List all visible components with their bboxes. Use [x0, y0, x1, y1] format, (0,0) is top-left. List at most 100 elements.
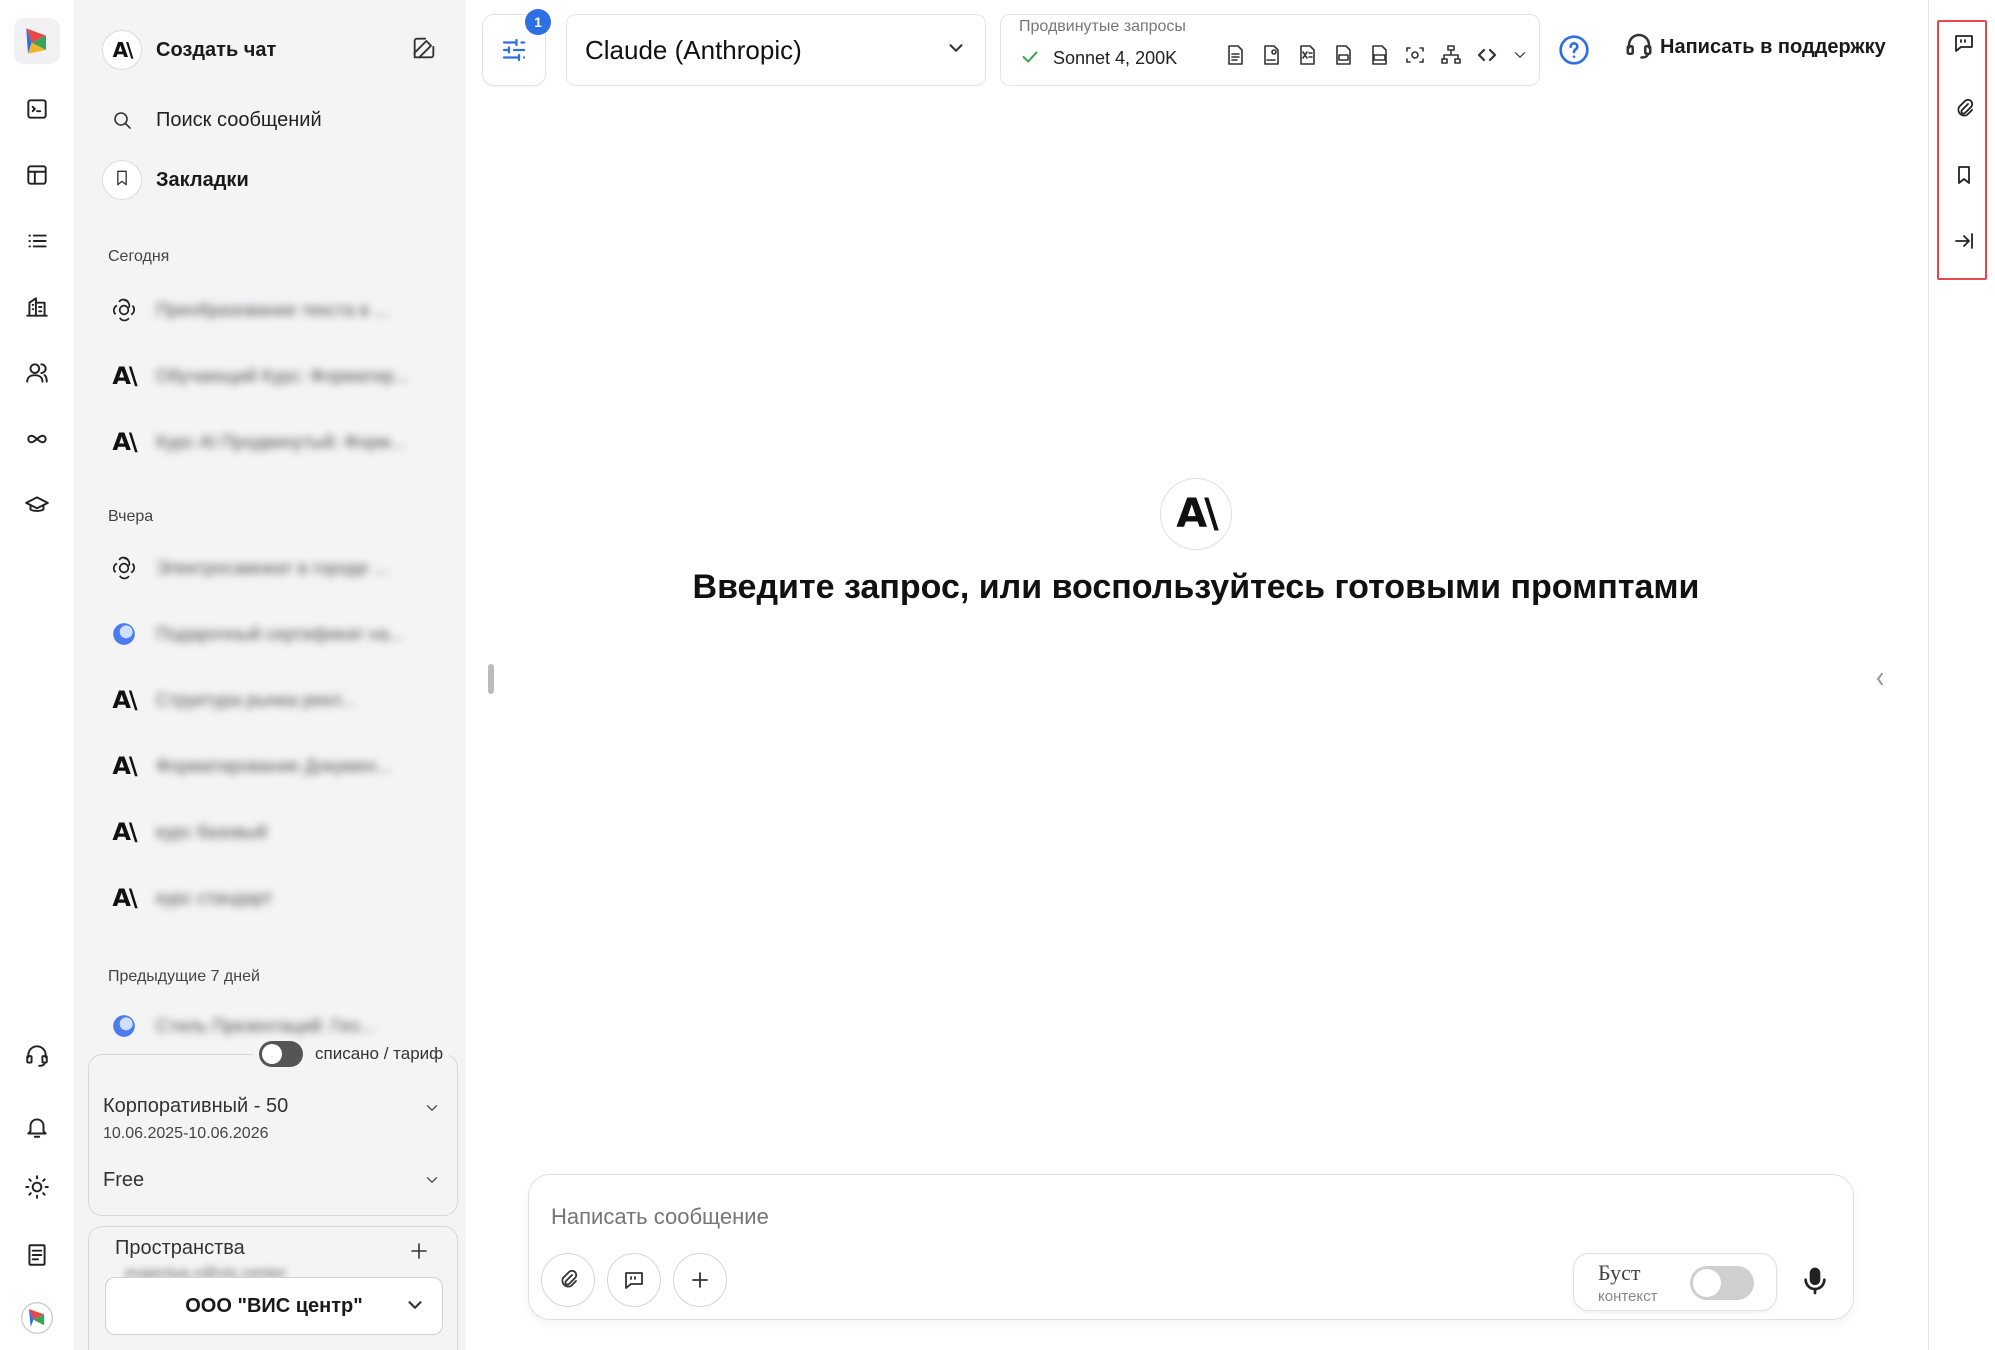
- plan-tier[interactable]: Free: [103, 1169, 144, 1192]
- gemini-icon: [108, 1013, 140, 1039]
- anthropic-icon: A\: [102, 30, 142, 70]
- anthropic-icon: A\: [112, 428, 137, 456]
- message-quote-icon: [625, 1272, 643, 1289]
- chat-list-item[interactable]: A\ курс базовый: [108, 812, 428, 852]
- chat-sidebar: A\ Создать чат Поиск сообщений Закладки …: [74, 0, 466, 1350]
- chevron-down-icon: [404, 1294, 426, 1321]
- check-icon: [1019, 46, 1041, 73]
- paperclip-icon[interactable]: [1949, 94, 1979, 124]
- paperclip-icon: [561, 1269, 578, 1288]
- boost-context[interactable]: Буст контекст: [1573, 1253, 1777, 1311]
- chat-list-item[interactable]: A\ курс стандарт: [108, 878, 428, 918]
- boost-sub: контекст: [1598, 1288, 1658, 1305]
- message-quote-icon[interactable]: [1949, 28, 1979, 58]
- plan-name: Корпоративный - 50: [103, 1095, 289, 1117]
- chevron-down-icon[interactable]: [423, 1171, 441, 1194]
- txt-icon: [1331, 43, 1355, 72]
- list-icon[interactable]: [18, 222, 56, 260]
- chat-list-item[interactable]: Подарочный сертификат на...: [108, 614, 428, 654]
- advanced-model: Sonnet 4, 200K: [1053, 48, 1178, 68]
- chat-list-item[interactable]: A\ Структура рынка рекл...: [108, 680, 428, 720]
- chat-title: Преобразование текста в ...: [156, 299, 390, 320]
- chat-title: Электросамокат в городе ...: [156, 557, 389, 578]
- advanced-requests-panel[interactable]: Продвинутые запросы Sonnet 4, 200K: [1000, 14, 1540, 86]
- tariff-toggle-label: списано / тариф: [315, 1044, 444, 1063]
- settings-button[interactable]: 1: [482, 9, 551, 86]
- collapse-right-icon[interactable]: [1949, 226, 1979, 256]
- users-icon[interactable]: [18, 354, 56, 392]
- welcome-text: Введите запрос, или воспользуйтесь готов…: [692, 568, 1700, 606]
- plus-icon: [692, 1272, 708, 1288]
- terminal-icon[interactable]: [18, 90, 56, 128]
- chat-list-item[interactable]: Преобразование текста в ...: [108, 290, 428, 330]
- settings-badge: 1: [525, 9, 551, 35]
- support-label: Написать в поддержку: [1660, 36, 1886, 58]
- chevron-left-icon[interactable]: [1872, 664, 1888, 699]
- sidebar-resize-handle[interactable]: [488, 664, 494, 694]
- search-messages[interactable]: Поиск сообщений: [102, 96, 438, 144]
- chat-list-item[interactable]: Стиль Презентаций: Гео...: [108, 1006, 428, 1046]
- chevron-down-icon[interactable]: [423, 1099, 441, 1122]
- bell-icon[interactable]: [18, 1108, 56, 1146]
- spaces-select[interactable]: ООО "ВИС центр": [105, 1277, 443, 1335]
- chevron-down-icon[interactable]: [1511, 43, 1529, 72]
- document-icon[interactable]: [18, 1236, 56, 1274]
- chat-title: Обучающий Курс: Форматир...: [156, 365, 410, 386]
- tariff-toggle[interactable]: [259, 1041, 303, 1067]
- prompts-button[interactable]: [607, 1253, 661, 1307]
- create-chat-row[interactable]: A\ Создать чат: [102, 26, 438, 74]
- layout-icon[interactable]: [18, 156, 56, 194]
- spaces-card: Пространства evgeniya.v@vis.center ООО "…: [88, 1226, 458, 1350]
- sun-icon[interactable]: [18, 1168, 56, 1206]
- boost-toggle[interactable]: [1690, 1266, 1754, 1300]
- anthropic-icon: A\: [112, 362, 137, 390]
- openai-icon: [108, 297, 140, 323]
- message-composer: Буст контекст: [528, 1174, 1854, 1320]
- chat-title: Форматирование Докумен...: [156, 755, 392, 776]
- pdf-icon: [1259, 43, 1283, 72]
- bookmarks-link[interactable]: Закладки: [102, 156, 438, 204]
- openai-icon: [108, 555, 140, 581]
- chat-title: Подарочный сертификат на...: [156, 623, 404, 644]
- group-today: Сегодня: [108, 248, 170, 265]
- headset-icon[interactable]: [18, 1036, 56, 1074]
- scan-icon: [1403, 43, 1427, 72]
- code-icon: [1475, 43, 1499, 72]
- graduation-icon[interactable]: [18, 486, 56, 524]
- chat-list-item[interactable]: A\ Форматирование Докумен...: [108, 746, 428, 786]
- chat-title: курс базовый: [156, 821, 268, 842]
- microphone-icon[interactable]: [1799, 1265, 1831, 1302]
- group-prev7: Предыдущие 7 дней: [108, 968, 260, 985]
- bookmark-icon[interactable]: [1949, 160, 1979, 190]
- gemini-icon: [108, 621, 140, 647]
- chat-list-item[interactable]: Электросамокат в городе ...: [108, 548, 428, 588]
- headset-icon: [1624, 30, 1654, 65]
- help-icon[interactable]: [1558, 34, 1590, 71]
- edit-icon[interactable]: [410, 34, 438, 67]
- feature-icons: [1223, 43, 1529, 72]
- advanced-label: Продвинутые запросы: [1019, 18, 1186, 35]
- message-input[interactable]: [551, 1199, 1551, 1235]
- anthropic-icon: A\: [112, 818, 137, 846]
- chat-list-item[interactable]: A\ Обучающий Курс: Форматир...: [108, 356, 428, 396]
- spaces-label: Пространства: [115, 1237, 245, 1259]
- group-yesterday: Вчера: [108, 508, 154, 525]
- plus-icon[interactable]: [407, 1239, 431, 1268]
- chat-title: Структура рынка рекл...: [156, 689, 357, 710]
- search-icon: [102, 108, 142, 132]
- anthropic-icon: A\: [112, 686, 137, 714]
- model-select[interactable]: Claude (Anthropic): [566, 14, 986, 86]
- building-icon[interactable]: [18, 288, 56, 326]
- infinity-icon[interactable]: [18, 420, 56, 458]
- app-logo[interactable]: [14, 18, 60, 64]
- chat-list-item[interactable]: A\ Курс AI Продвинутый: Форм...: [108, 422, 428, 462]
- anthropic-icon: A\: [112, 884, 137, 912]
- plan-dates: 10.06.2025-10.06.2026: [103, 1125, 269, 1142]
- sliders-icon: [502, 38, 526, 62]
- add-button[interactable]: [673, 1253, 727, 1307]
- bookmark-icon: [102, 160, 142, 200]
- support-link[interactable]: Написать в поддержку: [1624, 30, 1886, 65]
- attach-button[interactable]: [541, 1253, 595, 1307]
- chevron-down-icon: [945, 37, 967, 64]
- anthropic-icon: A\: [1160, 478, 1232, 550]
